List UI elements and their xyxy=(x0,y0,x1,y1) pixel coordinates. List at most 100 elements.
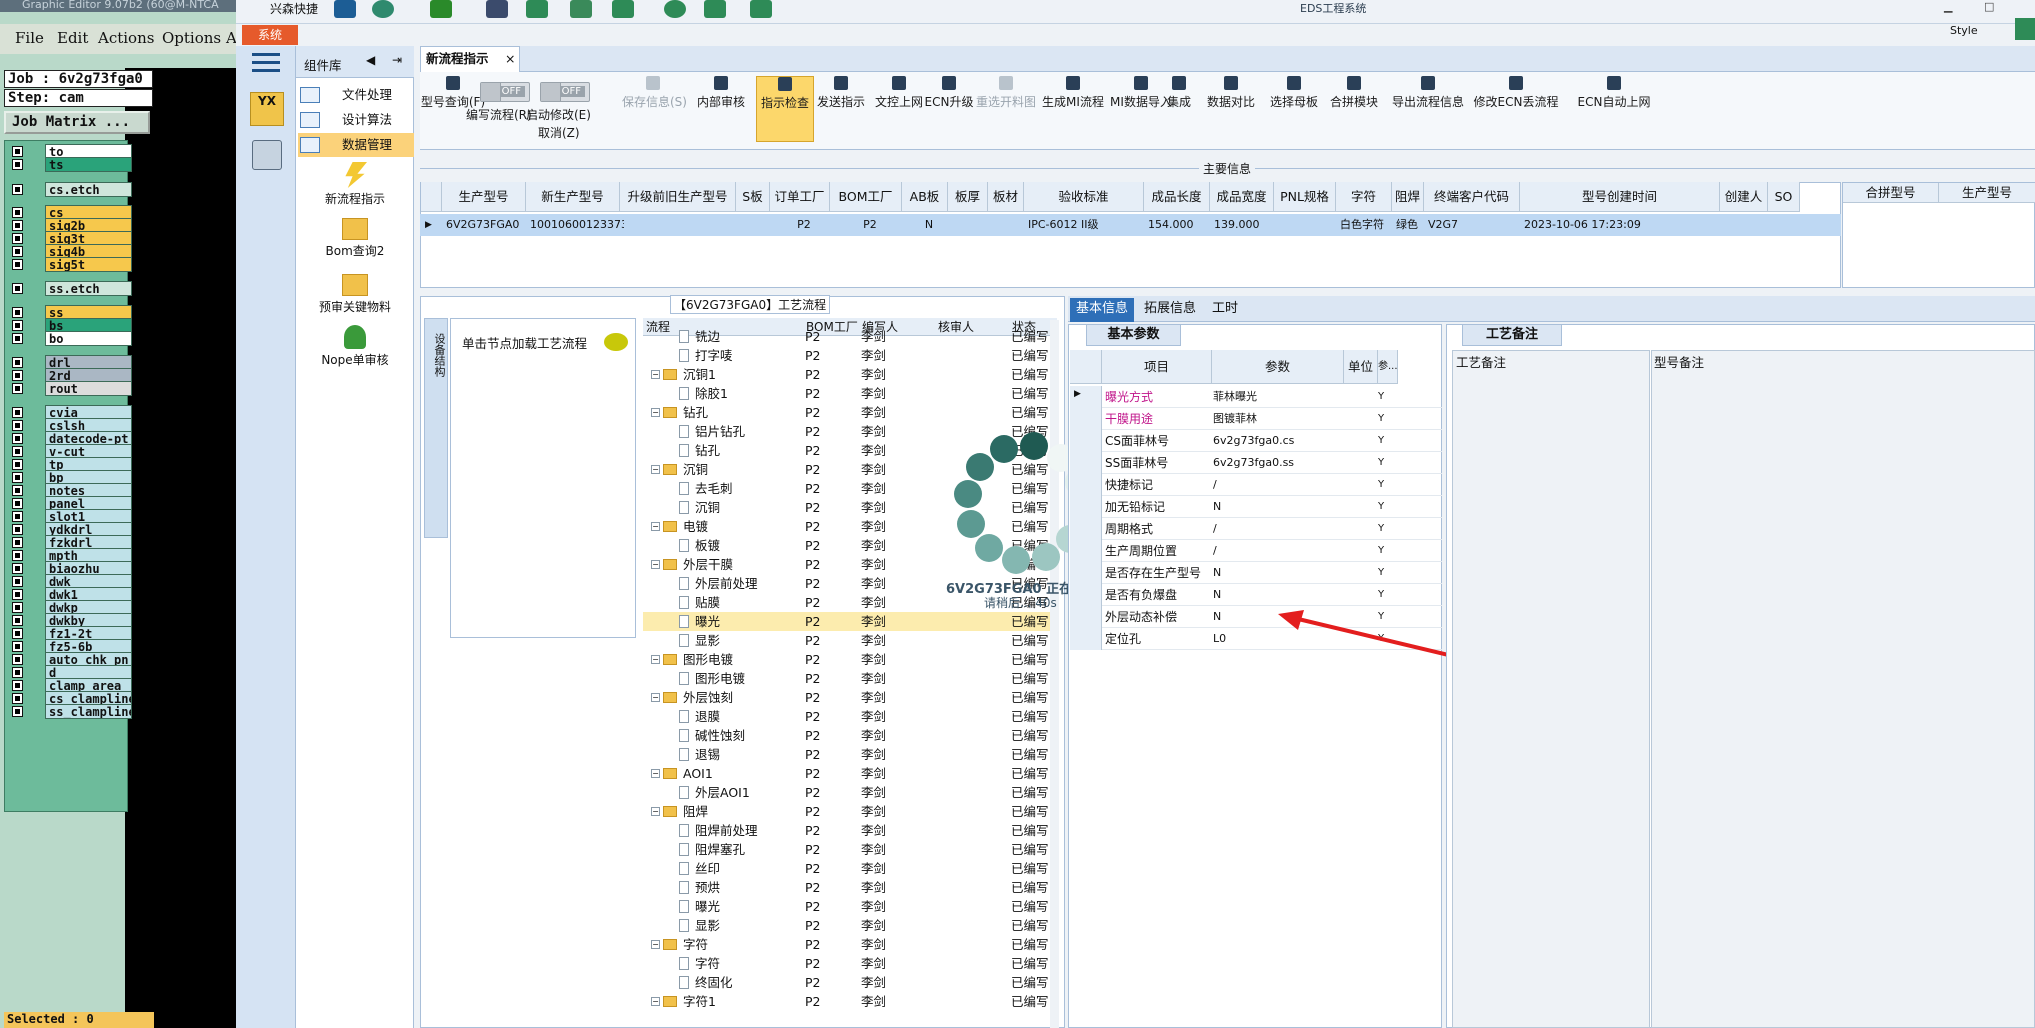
tree-row[interactable]: 退锡 P2 李剑 已编写 xyxy=(643,745,1059,764)
column-header[interactable]: 新生产型号 xyxy=(526,182,620,212)
layer-checkbox[interactable] xyxy=(12,446,23,457)
model-remark-field[interactable] xyxy=(1651,350,2035,1028)
layer-checkbox[interactable] xyxy=(12,233,23,244)
ribbon-button[interactable]: 数据对比 xyxy=(1206,76,1256,110)
tree-row[interactable]: 阻焊塞孔 P2 李剑 已编写 xyxy=(643,840,1059,859)
param-value[interactable]: 菲林曝光 xyxy=(1213,386,1257,408)
tree-row[interactable]: 退膜 P2 李剑 已编写 xyxy=(643,707,1059,726)
table-icon[interactable] xyxy=(430,0,452,18)
grid-cell[interactable]: 绿色 xyxy=(1396,215,1428,235)
collapse-left-icon[interactable]: ◀ xyxy=(366,53,375,67)
chart-icon[interactable] xyxy=(704,0,726,18)
layer-checkbox[interactable] xyxy=(12,146,23,157)
ribbon-button[interactable]: ECN升级 xyxy=(924,76,974,110)
column-header[interactable]: 验收标准 xyxy=(1024,182,1144,212)
collapse-toggle[interactable]: − xyxy=(651,693,660,702)
globe-icon[interactable] xyxy=(372,0,394,18)
tree-row[interactable]: 显影 P2 李剑 已编写 xyxy=(643,631,1059,650)
toggle-switch[interactable]: OFF xyxy=(540,82,590,102)
comp-item-file[interactable]: 文件处理 xyxy=(298,83,414,107)
tree-scrollbar[interactable] xyxy=(1050,320,1059,1028)
column-header[interactable]: 板厚 xyxy=(948,182,988,212)
layer-checkbox[interactable] xyxy=(12,693,23,704)
collapse-toggle[interactable]: − xyxy=(651,940,660,949)
tree-row[interactable]: 打字唛 P2 李剑 已编写 xyxy=(643,346,1059,365)
layer-checkbox[interactable] xyxy=(12,370,23,381)
grid-cell[interactable]: 154.000 xyxy=(1148,215,1214,235)
menu-actions[interactable]: Actions xyxy=(98,29,154,47)
hamburger-menu-icon[interactable] xyxy=(248,48,284,78)
param-row[interactable]: 是否有负爆盘 N Y xyxy=(1102,584,1442,606)
ribbon-button[interactable]: 生成MI流程 xyxy=(1040,76,1106,110)
basic-params-tab[interactable]: 基本参数 xyxy=(1086,324,1181,346)
layer-checkbox[interactable] xyxy=(12,628,23,639)
param-row[interactable]: CS面菲林号 6v2g73fga0.cs Y xyxy=(1102,430,1442,452)
collapse-toggle[interactable]: − xyxy=(651,522,660,531)
param-value[interactable]: 6v2g73fga0.ss xyxy=(1213,452,1294,474)
ribbon-button[interactable]: 重选开料图 xyxy=(976,76,1036,110)
ribbon-button[interactable]: 集成 xyxy=(1164,76,1194,110)
layer-checkbox[interactable] xyxy=(12,283,23,294)
tree-row[interactable]: − 图形电镀 P2 李剑 已编写 xyxy=(643,650,1059,669)
layer-row[interactable]: rout xyxy=(9,381,132,396)
ribbon-button[interactable]: MI数据导入 xyxy=(1110,76,1172,110)
ribbon-sub-button[interactable]: 取消(Z) xyxy=(538,124,580,141)
tree-row[interactable]: − AOI1 P2 李剑 已编写 xyxy=(643,764,1059,783)
tree-row[interactable]: 曝光 P2 李剑 已编写 xyxy=(643,897,1059,916)
column-header[interactable]: 成品长度 xyxy=(1144,182,1210,212)
tree-row[interactable]: − 沉铜1 P2 李剑 已编写 xyxy=(643,365,1059,384)
tree-row[interactable]: 除胶1 P2 李剑 已编写 xyxy=(643,384,1059,403)
process-remark-field[interactable] xyxy=(1452,350,1650,1028)
column-header[interactable]: 板材 xyxy=(988,182,1024,212)
param-value[interactable]: N xyxy=(1213,496,1221,518)
param-value[interactable]: N xyxy=(1213,584,1221,606)
collapse-toggle[interactable]: − xyxy=(651,560,660,569)
layer-checkbox[interactable] xyxy=(12,207,23,218)
tree-row[interactable]: − 字符1 P2 李剑 已编写 xyxy=(643,992,1059,1011)
ribbon-button[interactable]: 编写流程(R) xyxy=(466,106,532,123)
grid-icon[interactable] xyxy=(612,0,634,18)
layer-checkbox[interactable] xyxy=(12,667,23,678)
layer-checkbox[interactable] xyxy=(12,498,23,509)
ribbon-button[interactable]: 发送指示 xyxy=(812,76,870,110)
layer-checkbox[interactable] xyxy=(12,184,23,195)
collapse-toggle[interactable]: − xyxy=(651,370,660,379)
ribbon-button[interactable]: 修改ECN丢流程 xyxy=(1472,76,1560,110)
user-icon[interactable] xyxy=(664,0,686,18)
param-row[interactable]: 干膜用途 图镀菲林 Y xyxy=(1102,408,1442,430)
param-value[interactable]: L0 xyxy=(1213,628,1226,650)
new-process-item[interactable]: 新流程指示 xyxy=(300,162,410,207)
layer-checkbox[interactable] xyxy=(12,246,23,257)
layer-checkbox[interactable] xyxy=(12,576,23,587)
ribbon-button[interactable]: 指示检查 xyxy=(756,76,814,142)
layer-checkbox[interactable] xyxy=(12,680,23,691)
layer-checkbox[interactable] xyxy=(12,420,23,431)
bom-query-item[interactable]: Bom查询2 xyxy=(300,218,410,259)
collapse-toggle[interactable]: − xyxy=(651,655,660,664)
ribbon-button[interactable]: 选择母板 xyxy=(1266,76,1322,110)
collapse-toggle[interactable]: − xyxy=(651,465,660,474)
param-row[interactable]: SS面菲林号 6v2g73fga0.ss Y xyxy=(1102,452,1442,474)
minimize-icon[interactable]: ▁ xyxy=(1944,0,1952,13)
tree-row[interactable]: 曝光 P2 李剑 已编写 xyxy=(643,612,1059,631)
ge-canvas[interactable] xyxy=(125,68,236,1028)
collapse-toggle[interactable]: − xyxy=(651,769,660,778)
menu-options[interactable]: Options xyxy=(162,29,221,47)
column-header[interactable]: 订单工厂 xyxy=(770,182,830,212)
layer-checkbox[interactable] xyxy=(12,333,23,344)
layer-checkbox[interactable] xyxy=(12,589,23,600)
tree-row[interactable]: 图形电镀 P2 李剑 已编写 xyxy=(643,669,1059,688)
ribbon-button[interactable]: 保存信息(S) xyxy=(622,76,687,110)
param-row[interactable]: 是否存在生产型号 N Y xyxy=(1102,562,1442,584)
grid-cell[interactable]: 6V2G73FGA0 xyxy=(446,215,530,235)
grid-cell[interactable]: V2G7 xyxy=(1428,215,1524,235)
grid-cell[interactable]: P2 xyxy=(834,215,906,235)
column-header[interactable]: PNL规格 xyxy=(1274,182,1336,212)
param-value[interactable]: 6v2g73fga0.cs xyxy=(1213,430,1294,452)
tab-new-process[interactable]: 新流程指示 × xyxy=(420,46,520,73)
layer-checkbox[interactable] xyxy=(12,511,23,522)
job-matrix-button[interactable]: Job Matrix ... xyxy=(4,111,150,134)
menu-file[interactable]: File xyxy=(15,29,44,47)
tree-row[interactable]: 碱性蚀刻 P2 李剑 已编写 xyxy=(643,726,1059,745)
param-value[interactable]: / xyxy=(1213,540,1217,562)
